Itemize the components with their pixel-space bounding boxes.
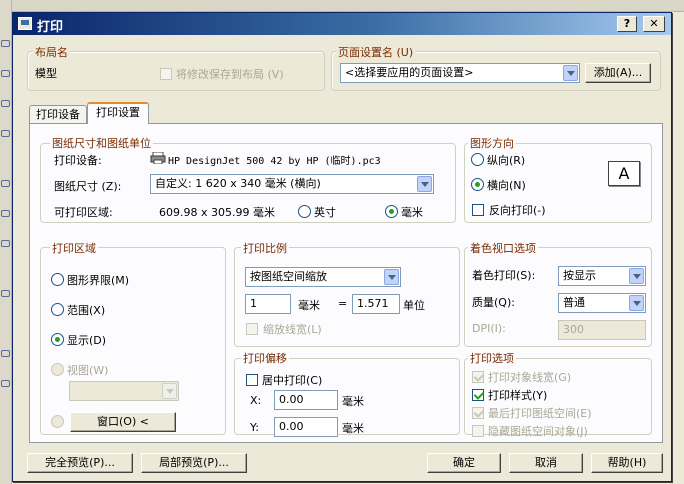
scale-unit-label: 毫米 [298,299,320,312]
orientation-group-label: 图形方向 [468,135,516,151]
plot-lineweights-checkbox [472,371,484,383]
print-area-group-label: 打印区域 [50,240,98,256]
display-radio[interactable] [51,333,64,346]
print-dialog: 打印 ? ✕ 布局名 模型 将修改保存到布局 (V) 页面设置名 (U) <选择… [12,12,672,482]
partial-preview-button[interactable]: 局部预览(P)... [141,453,247,473]
help-button[interactable]: 帮助(H) [591,453,663,473]
paper-size-select[interactable]: 自定义: 1 620 x 340 毫米 (横向) [150,174,434,194]
printer-icon [150,151,166,165]
cancel-button[interactable]: 取消 [509,453,583,473]
chevron-down-icon [417,176,432,192]
shaded-viewport-group-label: 着色视口选项 [468,240,538,256]
offset-x-input[interactable]: 0.00 [274,390,338,410]
display-label: 显示(D) [67,334,107,347]
reverse-print-checkbox[interactable] [472,204,484,216]
unit-inch-label: 英寸 [314,206,336,219]
background-toolbar [0,0,684,12]
shade-plot-select[interactable]: 按显示 [558,266,646,286]
scale-lineweight-checkbox [246,323,258,335]
close-button[interactable]: ✕ [643,16,665,32]
extents-label: 范围(X) [67,304,106,317]
tab-print-settings[interactable]: 打印设置 [87,102,149,124]
quality-label: 质量(Q): [472,296,515,309]
title-bar: 打印 ? ✕ [13,13,671,35]
offset-x-unit: 毫米 [342,395,364,408]
plot-scale-group-label: 打印比例 [241,240,289,256]
page-setup-select[interactable]: <选择要应用的页面设置> [340,63,580,83]
scale-select[interactable]: 按图纸空间缩放 [245,267,401,287]
plot-offset-group-label: 打印偏移 [241,350,289,366]
chevron-down-icon [629,268,644,284]
view-select [69,381,179,401]
save-changes-checkbox [160,68,172,80]
scale-lineweight-label: 缩放线宽(L) [263,323,322,336]
scale-equals-label: = [338,297,348,310]
full-preview-button[interactable]: 完全预览(P)... [27,453,133,473]
chevron-down-icon [563,65,578,81]
view-label: 视图(W) [67,364,109,377]
offset-y-input[interactable]: 0.00 [274,417,338,437]
plot-lineweights-label: 打印对象线宽(G) [488,371,572,384]
paperspace-last-checkbox [472,407,484,419]
plot-styles-label: 打印样式(Y) [488,389,548,402]
scale-value-input[interactable]: 1 [245,294,291,314]
orientation-preview-icon: A [608,161,640,186]
landscape-radio[interactable] [471,178,484,191]
portrait-label: 纵向(R) [487,154,526,167]
offset-y-label: Y: [250,421,259,434]
dpi-label: DPI(I): [472,322,506,335]
dialog-title: 打印 [37,20,64,35]
background-left-toolbar [0,0,12,484]
shade-plot-label: 着色打印(S): [472,269,536,282]
paper-size-label: 图纸尺寸 (Z): [54,180,122,193]
plot-styles-checkbox[interactable] [472,389,484,401]
chevron-down-icon [629,295,644,311]
printable-area-label: 可打印区域: [54,206,113,219]
device-label: 打印设备: [54,154,102,167]
device-value: HP DesignJet 500 42 by HP (临时).pc3 [168,156,381,167]
chevron-down-icon [384,269,399,285]
paperspace-last-label: 最后打印图纸空间(E) [488,407,592,420]
landscape-label: 横向(N) [487,179,526,192]
center-plot-checkbox[interactable] [246,374,258,386]
add-page-setup-button[interactable]: 添加(A)... [585,63,651,83]
scale-units-input[interactable]: 1.571 [352,294,400,314]
dpi-input: 300 [558,320,646,340]
reverse-print-label: 反向打印(-) [489,204,546,217]
tab-print-device[interactable]: 打印设备 [29,105,87,125]
plot-options-group-label: 打印选项 [468,350,516,366]
tab-panel-print-settings: 图纸尺寸和图纸单位 打印设备: HP DesignJet 500 42 by H… [29,123,663,443]
unit-inch-radio[interactable] [298,205,311,218]
chevron-down-icon [162,383,177,399]
layout-name-value: 模型 [35,67,57,80]
save-changes-label: 将修改保存到布局 (V) [176,68,284,81]
center-plot-label: 居中打印(C) [262,374,323,387]
hide-objects-checkbox [472,425,484,437]
limits-label: 图形界限(M) [67,274,130,287]
printable-area-value: 609.98 x 305.99 毫米 [159,206,275,219]
extents-radio[interactable] [51,303,64,316]
paper-group-label: 图纸尺寸和图纸单位 [50,135,153,151]
scale-units-label: 单位 [403,299,425,312]
ok-button[interactable]: 确定 [427,453,501,473]
window-select-button[interactable]: 窗口(O) < [70,412,176,432]
print-dialog-icon [18,17,32,30]
offset-x-label: X: [250,394,262,407]
layout-group-label: 布局名 [33,44,70,60]
view-radio [51,363,64,376]
help-title-button[interactable]: ? [617,16,637,32]
page-setup-group-label: 页面设置名 (U) [336,44,416,60]
window-radio [51,415,64,428]
hide-objects-label: 隐藏图纸空间对象(J) [488,425,588,438]
portrait-radio[interactable] [471,153,484,166]
unit-mm-radio[interactable] [385,205,398,218]
quality-select[interactable]: 普通 [558,293,646,313]
offset-y-unit: 毫米 [342,422,364,435]
limits-radio[interactable] [51,273,64,286]
unit-mm-label: 毫米 [401,206,423,219]
